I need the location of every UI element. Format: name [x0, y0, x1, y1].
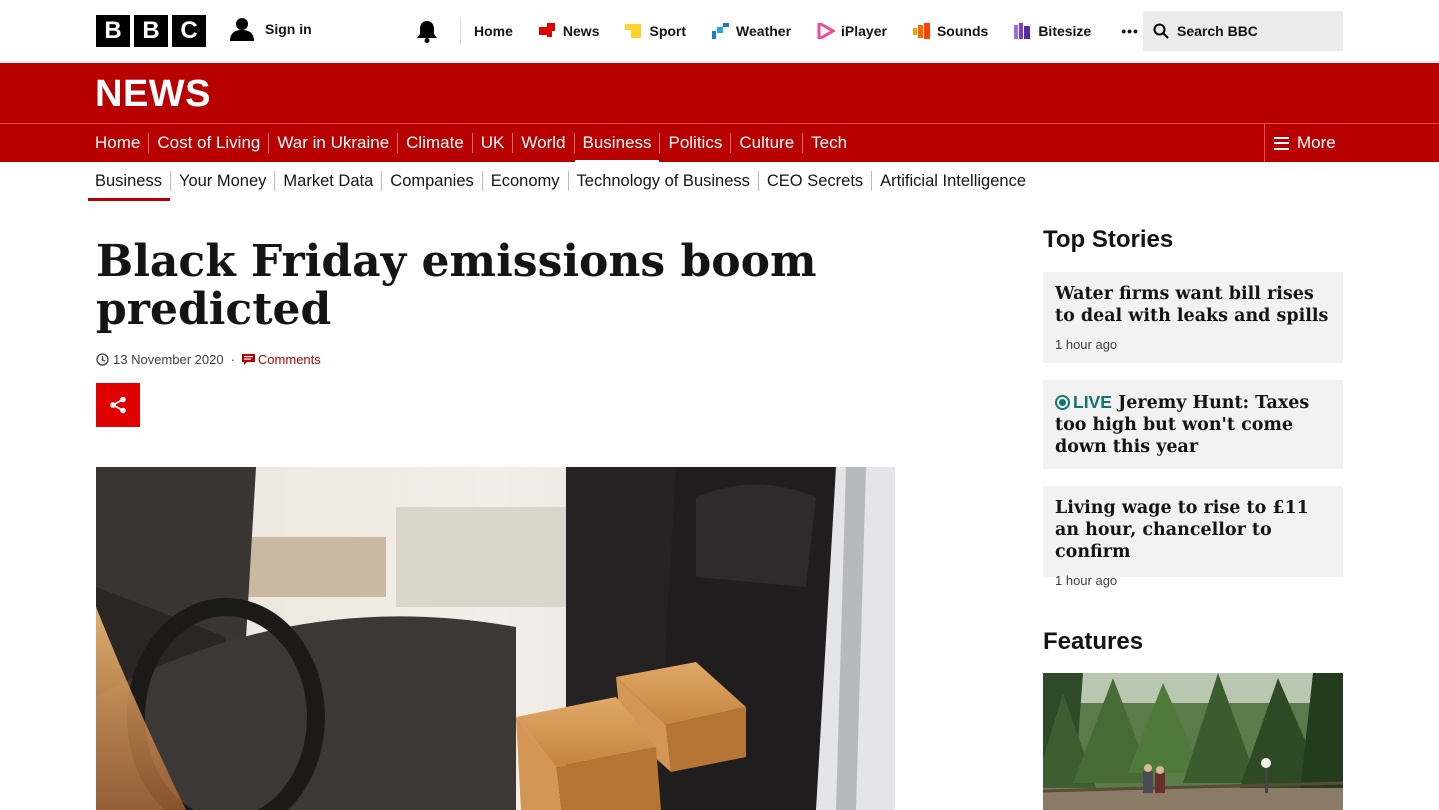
news-section-navigation: Home Cost of Living War in Ukraine Clima…: [0, 123, 1439, 164]
logo-letter-c: C: [172, 15, 206, 47]
topnav-home-label: Home: [474, 23, 513, 39]
section-uk[interactable]: UK: [471, 133, 513, 153]
subnav-economy[interactable]: Economy: [481, 171, 568, 191]
bbc-top-navigation: Home News Sport Weather iPlayer Sounds B…: [474, 0, 1165, 62]
share-button[interactable]: [96, 383, 140, 427]
bbc-logo[interactable]: B B C: [96, 15, 206, 47]
comments-link[interactable]: Comments: [241, 352, 321, 367]
live-icon: [1055, 395, 1070, 410]
features-heading: Features: [1043, 628, 1144, 655]
article-hero-image: [96, 467, 895, 810]
comments-label: Comments: [257, 352, 321, 367]
story-title: Living wage to rise to £11 an hour, chan…: [1055, 498, 1309, 562]
sign-in-link[interactable]: Sign in: [229, 16, 312, 42]
news-logo[interactable]: NEWS: [95, 73, 211, 116]
article-headline: Black Friday emissions boom predicted: [96, 236, 817, 335]
menu-icon: [1274, 136, 1289, 150]
article-date: 13 November 2020: [113, 352, 224, 367]
topnav-home[interactable]: Home: [474, 23, 513, 39]
sounds-icon: [912, 23, 930, 39]
story-time: 1 hour ago: [1055, 337, 1118, 352]
subnav-your-money[interactable]: Your Money: [169, 171, 274, 191]
logo-letter-b1: B: [96, 15, 130, 47]
search-bbc-box[interactable]: Search BBC: [1143, 11, 1343, 51]
subnav-technology-of-business[interactable]: Technology of Business: [567, 171, 758, 191]
share-icon: [110, 396, 126, 414]
topnav-sport[interactable]: Sport: [625, 23, 686, 39]
top-story-card-live[interactable]: LIVE Jeremy Hunt: Taxes too high but won…: [1043, 380, 1343, 469]
bitesize-icon: [1014, 23, 1031, 39]
sign-in-label: Sign in: [265, 21, 312, 37]
feature-image[interactable]: [1043, 673, 1343, 810]
topnav-news-label: News: [562, 23, 600, 39]
news-icon: [538, 23, 555, 37]
section-business[interactable]: Business: [573, 133, 660, 164]
section-home[interactable]: Home: [95, 133, 148, 153]
subnav-business[interactable]: Business: [88, 171, 170, 201]
user-icon: [230, 18, 254, 41]
subnav-ceo-secrets[interactable]: CEO Secrets: [757, 171, 871, 191]
sport-icon: [625, 24, 642, 38]
header-divider: [460, 18, 461, 44]
iplayer-icon: [817, 23, 836, 39]
subnav-artificial-intelligence[interactable]: Artificial Intelligence: [871, 171, 1034, 191]
section-culture[interactable]: Culture: [730, 133, 802, 153]
clock-icon: [96, 353, 109, 366]
weather-icon: [712, 23, 730, 39]
business-sub-navigation: Business Your Money Market Data Companie…: [88, 162, 1034, 201]
topnav-sounds-label: Sounds: [936, 23, 989, 39]
section-politics[interactable]: Politics: [659, 133, 730, 153]
topnav-weather-label: Weather: [736, 23, 792, 39]
topnav-news[interactable]: News: [538, 23, 600, 39]
top-stories-heading: Top Stories: [1043, 226, 1174, 253]
live-badge: LIVE: [1073, 392, 1112, 412]
subnav-companies[interactable]: Companies: [381, 171, 481, 191]
section-cost-of-living[interactable]: Cost of Living: [148, 133, 268, 153]
topnav-sounds[interactable]: Sounds: [912, 23, 989, 39]
news-banner: NEWS: [0, 63, 1439, 123]
top-story-card[interactable]: Water firms want bill rises to deal with…: [1043, 272, 1343, 363]
topnav-bitesize-label: Bitesize: [1038, 23, 1092, 39]
comment-icon: [241, 353, 255, 365]
search-placeholder: Search BBC: [1177, 23, 1258, 39]
subnav-market-data[interactable]: Market Data: [274, 171, 381, 191]
section-war-in-ukraine[interactable]: War in Ukraine: [268, 133, 397, 153]
topnav-iplayer[interactable]: iPlayer: [817, 23, 887, 39]
meta-separator: ·: [230, 352, 235, 367]
topnav-iplayer-label: iPlayer: [841, 23, 887, 39]
topnav-sport-label: Sport: [649, 23, 687, 39]
topnav-bitesize[interactable]: Bitesize: [1014, 23, 1091, 39]
story-title: Water firms want bill rises to deal with…: [1055, 284, 1329, 326]
search-icon: [1153, 23, 1169, 39]
section-tech[interactable]: Tech: [802, 133, 855, 153]
topnav-weather[interactable]: Weather: [712, 23, 791, 39]
article-meta: 13 November 2020 · Comments: [96, 352, 321, 367]
section-climate[interactable]: Climate: [397, 133, 472, 153]
more-services-button[interactable]: •••: [1121, 23, 1139, 39]
section-world[interactable]: World: [512, 133, 573, 153]
story-time: 1 hour ago: [1055, 573, 1118, 588]
logo-letter-b2: B: [134, 15, 168, 47]
car-parcels-image: [96, 467, 895, 810]
notifications-bell-icon[interactable]: [416, 19, 438, 43]
story-title-live: LIVE Jeremy Hunt: Taxes too high but won…: [1055, 391, 1331, 458]
forest-walkway-image: [1043, 673, 1343, 810]
top-story-card[interactable]: Living wage to rise to £11 an hour, chan…: [1043, 486, 1343, 588]
bbc-global-header: B B C Sign in Home News Sport Weather iP…: [0, 0, 1439, 62]
section-more-label: More: [1297, 133, 1336, 152]
section-more-button[interactable]: More: [1264, 124, 1439, 162]
